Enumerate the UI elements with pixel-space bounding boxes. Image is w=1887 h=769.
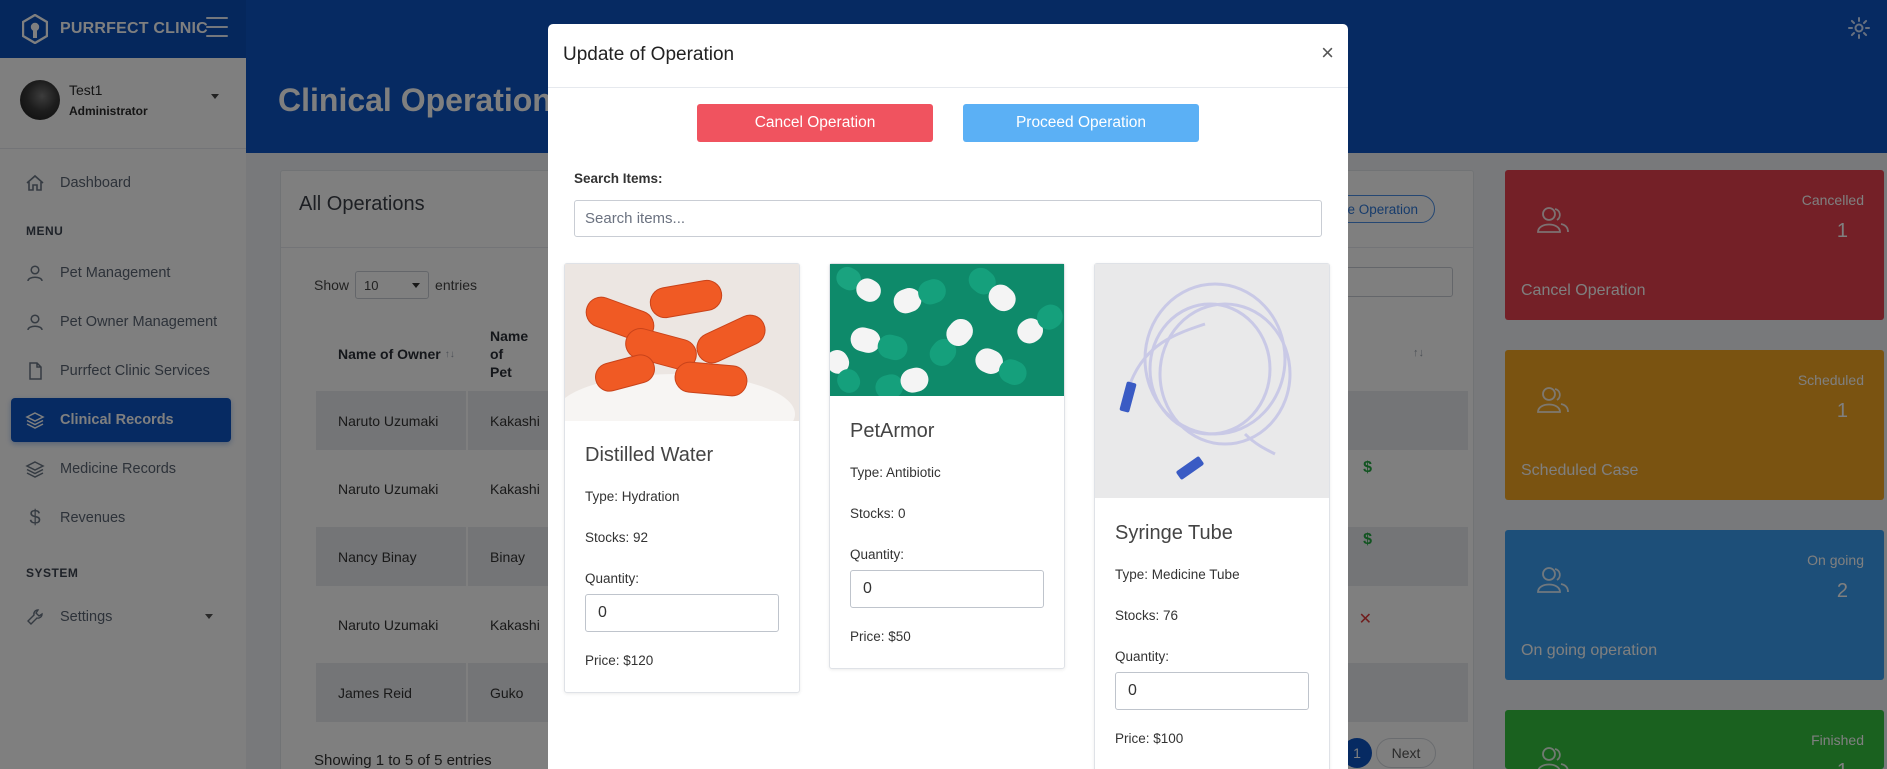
search-items-input[interactable]: Search items... (574, 200, 1322, 237)
proceed-operation-button[interactable]: Proceed Operation (963, 104, 1199, 142)
item-type: Type: Antibiotic (850, 465, 941, 480)
syringe-tube-image (1095, 264, 1329, 498)
item-card: PetArmor Type: Antibiotic Stocks: 0 Quan… (826, 263, 1065, 669)
update-operation-modal: Update of Operation × Cancel Operation P… (548, 24, 1348, 769)
item-type: Type: Hydration (585, 489, 680, 504)
quantity-input[interactable]: 0 (585, 594, 779, 632)
close-icon[interactable]: × (1321, 40, 1334, 66)
pills-image (555, 264, 799, 454)
item-price: Price: $50 (850, 629, 911, 644)
capsules-image (826, 264, 1064, 400)
item-card: Syringe Tube Type: Medicine Tube Stocks:… (1094, 263, 1330, 769)
item-price: Price: $100 (1115, 731, 1184, 746)
quantity-label: Quantity: (850, 547, 905, 562)
cancel-operation-button[interactable]: Cancel Operation (697, 104, 933, 142)
search-label: Search Items: (574, 171, 663, 186)
modal-title: Update of Operation (563, 44, 735, 65)
item-name: PetArmor (850, 420, 935, 442)
quantity-input[interactable]: 0 (1115, 672, 1309, 710)
item-name: Syringe Tube (1115, 522, 1233, 544)
quantity-input[interactable]: 0 (850, 570, 1044, 608)
item-stocks: Stocks: 0 (850, 506, 906, 521)
item-type: Type: Medicine Tube (1115, 567, 1240, 582)
quantity-label: Quantity: (1115, 649, 1170, 664)
modal-header: Update of Operation × (548, 24, 1348, 88)
item-name: Distilled Water (585, 444, 714, 466)
quantity-label: Quantity: (585, 571, 640, 586)
item-price: Price: $120 (585, 653, 654, 668)
item-stocks: Stocks: 76 (1115, 608, 1179, 623)
item-card: Distilled Water Type: Hydration Stocks: … (555, 263, 800, 693)
item-stocks: Stocks: 92 (585, 530, 649, 545)
